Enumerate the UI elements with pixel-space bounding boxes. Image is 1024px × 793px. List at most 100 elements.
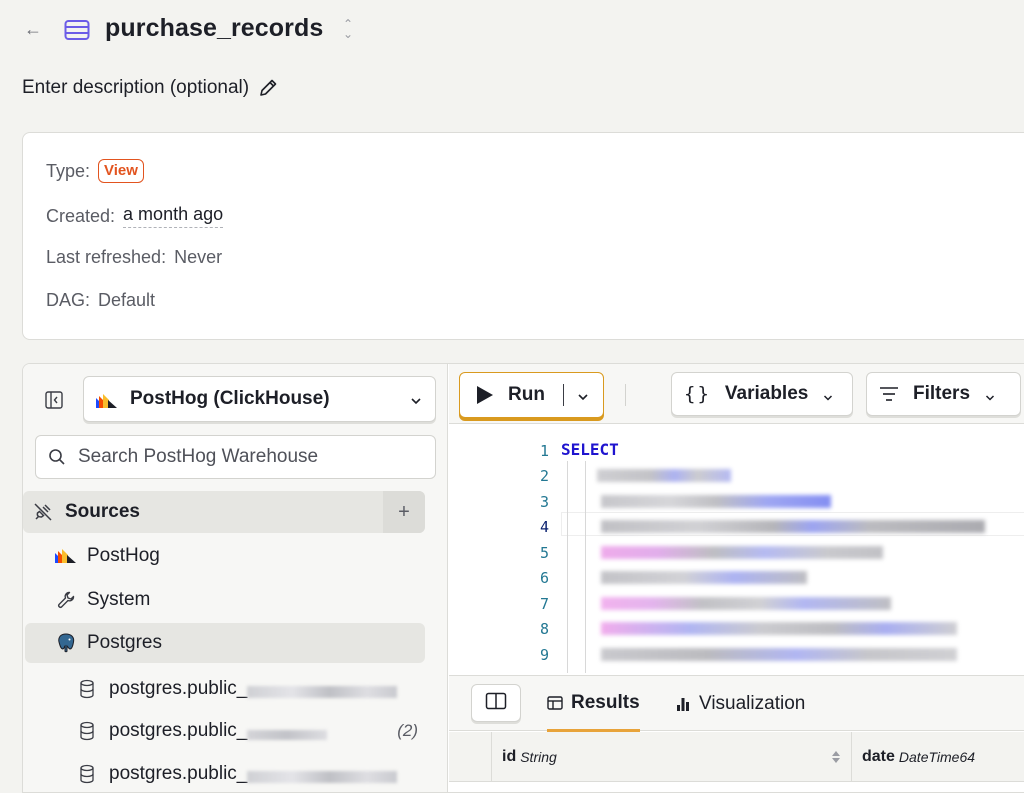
- source-select[interactable]: PostHog (ClickHouse): [83, 376, 436, 422]
- chevron-down-icon: [822, 388, 834, 401]
- results-grid-header: id String date DateTime64: [449, 732, 1024, 782]
- type-row: Type: View: [46, 159, 144, 183]
- table-count: (2): [397, 721, 418, 740]
- query-editor-panel: PostHog (ClickHouse) Sources + PostHog: [22, 363, 1024, 793]
- chevron-up-down-icon[interactable]: ⌃ ⌄: [340, 18, 356, 41]
- line-number: 9: [539, 646, 549, 664]
- filters-button[interactable]: Filters: [866, 372, 1021, 416]
- back-arrow-icon[interactable]: ←: [24, 19, 44, 39]
- tree-item-system[interactable]: System: [25, 580, 425, 620]
- redacted-code: [601, 597, 891, 610]
- chevron-down-icon: [984, 388, 996, 401]
- chevron-down-icon: [409, 392, 423, 406]
- run-divider: [562, 384, 564, 406]
- postgres-elephant-icon: [55, 633, 77, 653]
- redacted-code: [601, 546, 883, 559]
- sort-icon[interactable]: [831, 750, 841, 764]
- sql-editor[interactable]: 1 2 3 4 5 6 7 8 9 SELECT: [449, 425, 1024, 675]
- page-title[interactable]: purchase_records: [105, 14, 323, 43]
- table-name: postgres.public_: [109, 763, 248, 784]
- braces-icon: {}: [684, 383, 711, 405]
- indent-guide: [585, 461, 586, 673]
- tab-results[interactable]: Results: [547, 676, 640, 732]
- indent-guide: [567, 461, 568, 673]
- view-table-icon: [64, 19, 90, 41]
- tab-label: Visualization: [699, 693, 806, 714]
- dag-row: DAG: Default: [46, 290, 155, 311]
- table-item[interactable]: postgres.public_ (2): [79, 711, 424, 751]
- run-button[interactable]: Run: [459, 372, 604, 418]
- table-item[interactable]: postgres.public_: [79, 669, 424, 709]
- variables-label: Variables: [724, 383, 809, 404]
- column-header-id[interactable]: id String: [491, 732, 851, 782]
- redacted-code: [601, 520, 985, 533]
- add-source-button[interactable]: +: [383, 491, 425, 533]
- tab-label: Results: [571, 691, 640, 713]
- editor-pane: Run {} Variables Filters 1 2 3 4 5 6 7 8…: [449, 364, 1024, 792]
- bar-chart-icon: [675, 696, 691, 712]
- filters-label: Filters: [913, 383, 971, 404]
- line-number: 6: [539, 569, 549, 587]
- refreshed-row: Last refreshed: Never: [46, 247, 222, 268]
- toolbar-divider: [625, 384, 626, 406]
- chevron-down-icon[interactable]: [576, 388, 590, 402]
- plug-icon: [33, 502, 53, 522]
- collapse-sidebar-icon[interactable]: [43, 389, 65, 411]
- variables-button[interactable]: {} Variables: [671, 372, 853, 416]
- redacted-code: [601, 571, 807, 584]
- table-item[interactable]: postgres.public_: [79, 754, 424, 792]
- created-value[interactable]: a month ago: [123, 204, 224, 228]
- type-label: Type:: [46, 160, 91, 181]
- play-icon: [474, 385, 494, 405]
- sources-label: Sources: [65, 501, 140, 522]
- description-field[interactable]: Enter description (optional): [22, 77, 279, 99]
- column-type: DateTime64: [898, 749, 976, 765]
- redacted-text: [247, 771, 398, 783]
- tree-item-label: System: [87, 589, 151, 610]
- created-label: Created:: [46, 205, 116, 226]
- tree-item-postgres[interactable]: Postgres: [25, 623, 425, 663]
- redacted-text: [247, 686, 398, 698]
- redacted-text: [247, 730, 328, 740]
- line-number: 8: [539, 620, 549, 638]
- type-badge: View: [98, 159, 144, 183]
- source-select-label: PostHog (ClickHouse): [130, 388, 330, 409]
- tree-item-label: PostHog: [87, 545, 160, 566]
- line-number: 3: [539, 493, 549, 511]
- column-name: date: [862, 748, 895, 765]
- tree-item-label: Postgres: [87, 632, 162, 653]
- redacted-code: [601, 648, 957, 661]
- database-icon: [79, 764, 95, 784]
- dag-value: Default: [98, 290, 156, 310]
- created-row: Created: a month ago: [46, 204, 224, 228]
- toggle-split-button[interactable]: [471, 684, 521, 722]
- sources-section-header[interactable]: Sources: [23, 491, 425, 533]
- redacted-code: [597, 469, 731, 482]
- dag-label: DAG:: [46, 290, 91, 310]
- line-number: 1: [539, 442, 549, 460]
- posthog-logo-icon: [55, 546, 77, 566]
- tree-item-posthog[interactable]: PostHog: [25, 536, 425, 576]
- redacted-code: [601, 622, 957, 635]
- tab-visualization[interactable]: Visualization: [675, 676, 805, 732]
- wrench-icon: [55, 590, 77, 610]
- pencil-icon[interactable]: [257, 77, 279, 99]
- split-view-icon: [485, 692, 507, 715]
- search-icon: [48, 448, 66, 466]
- line-number: 2: [539, 467, 549, 485]
- line-number: 5: [539, 544, 549, 562]
- warehouse-search[interactable]: [35, 435, 436, 479]
- redacted-code: [601, 495, 831, 508]
- schema-sidebar: PostHog (ClickHouse) Sources + PostHog: [23, 364, 448, 792]
- column-header-date[interactable]: date DateTime64: [851, 732, 1024, 782]
- table-name: postgres.public_: [109, 678, 248, 699]
- refreshed-label: Last refreshed:: [46, 247, 167, 267]
- description-placeholder: Enter description (optional): [22, 77, 250, 98]
- results-tabbar: Results Visualization: [449, 675, 1024, 732]
- sql-keyword: SELECT: [561, 440, 619, 459]
- run-label: Run: [508, 384, 545, 405]
- database-icon: [79, 721, 95, 741]
- search-input[interactable]: [78, 446, 418, 468]
- table-name: postgres.public_: [109, 720, 248, 741]
- info-card: Type: View Created: a month ago Last ref…: [22, 132, 1024, 340]
